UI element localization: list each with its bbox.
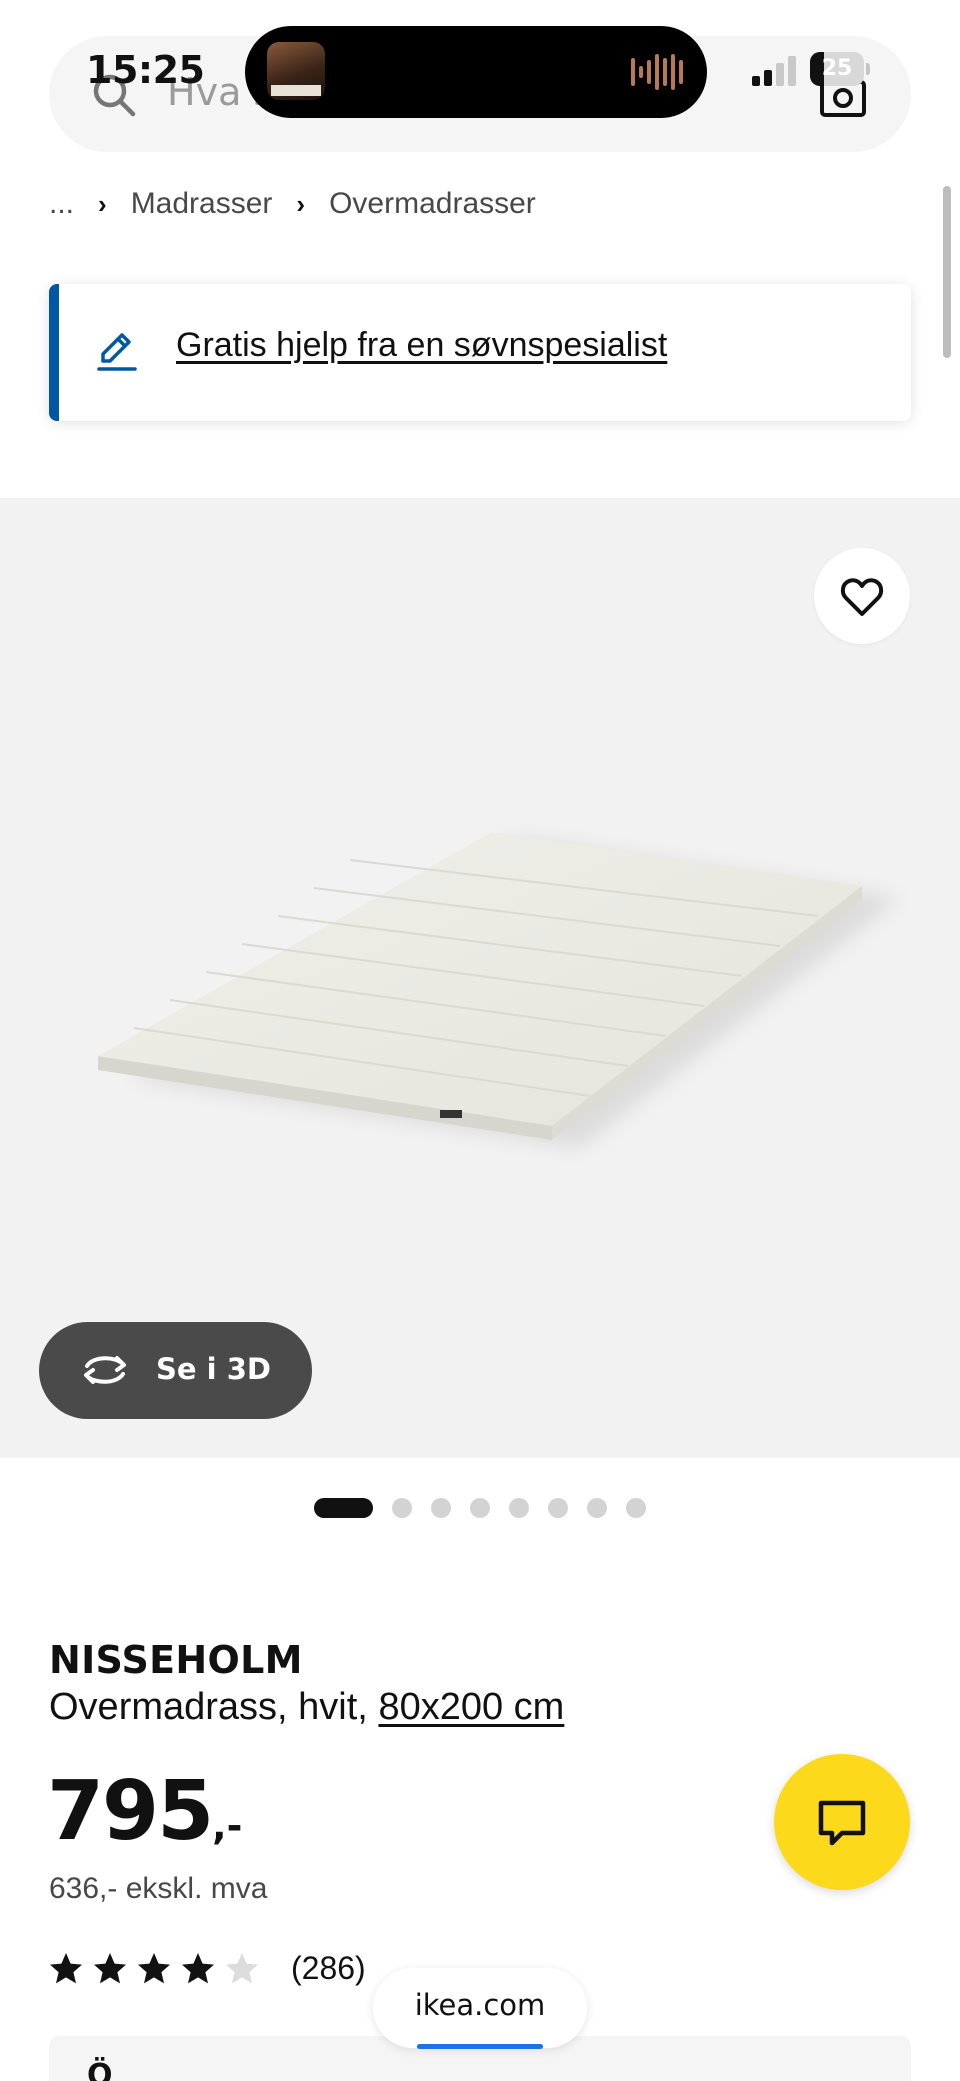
product-price: 795,- bbox=[47, 1764, 242, 1859]
breadcrumb-item-overmadrasser[interactable]: Overmadrasser bbox=[329, 187, 536, 221]
chevron-right-icon: › bbox=[296, 188, 306, 219]
carousel-dot[interactable] bbox=[392, 1498, 412, 1518]
browser-url: ikea.com bbox=[414, 1988, 546, 2022]
breadcrumb-item-madrasser[interactable]: Madrasser bbox=[131, 187, 273, 221]
product-description: Overmadrass, hvit, 80x200 cm bbox=[49, 1686, 564, 1729]
browser-url-pill[interactable]: ikea.com bbox=[373, 1968, 587, 2049]
mattress-illustration bbox=[98, 832, 900, 1148]
banner-accent-bar bbox=[49, 284, 59, 421]
chat-icon bbox=[818, 1800, 866, 1846]
product-size-link[interactable]: 80x200 cm bbox=[378, 1686, 564, 1728]
view-in-3d-label: Se i 3D bbox=[156, 1352, 271, 1386]
sleep-specialist-banner[interactable]: Gratis hjelp fra en søvnspesialist bbox=[49, 284, 911, 421]
carousel-dot[interactable] bbox=[470, 1498, 490, 1518]
view-in-3d-button[interactable]: Se i 3D bbox=[39, 1322, 312, 1419]
status-time: 15:25 bbox=[86, 48, 205, 92]
carousel-dots[interactable] bbox=[314, 1498, 665, 1518]
carousel-dot[interactable] bbox=[587, 1498, 607, 1518]
star-icon bbox=[226, 1952, 258, 1983]
review-count[interactable]: (286) bbox=[291, 1950, 366, 1987]
carousel-dot[interactable] bbox=[314, 1498, 373, 1518]
favorite-button[interactable] bbox=[814, 548, 910, 644]
price-amount: 795 bbox=[47, 1764, 214, 1859]
pencil-icon bbox=[97, 333, 137, 371]
carousel-dot[interactable] bbox=[626, 1498, 646, 1518]
heart-icon bbox=[840, 578, 884, 616]
carousel-dot[interactable] bbox=[509, 1498, 529, 1518]
product-name: NISSEHOLM bbox=[49, 1638, 303, 1682]
star-icon bbox=[182, 1952, 214, 1983]
battery-level: 25 bbox=[821, 56, 853, 81]
star-icon bbox=[94, 1952, 126, 1983]
scrollbar[interactable] bbox=[943, 186, 951, 358]
chevron-right-icon: › bbox=[98, 188, 107, 219]
album-label bbox=[271, 85, 321, 96]
product-rating[interactable]: (286) bbox=[49, 1950, 366, 1986]
breadcrumb: ... › Madrasser › Overmadrasser bbox=[49, 186, 536, 222]
url-loading-bar bbox=[417, 2044, 543, 2049]
rotate-3d-icon bbox=[84, 1356, 126, 1384]
price-suffix: ,- bbox=[212, 1804, 243, 1848]
star-icon bbox=[50, 1952, 82, 1983]
audio-waveform-icon bbox=[631, 54, 683, 90]
product-description-text: Overmadrass, hvit, bbox=[49, 1686, 368, 1728]
star-icon bbox=[138, 1952, 170, 1983]
price-excl-vat: 636,- ekskl. mva bbox=[49, 1872, 268, 1905]
chat-button[interactable] bbox=[774, 1754, 910, 1890]
dynamic-island[interactable] bbox=[245, 26, 707, 118]
carousel-dot[interactable] bbox=[548, 1498, 568, 1518]
album-art bbox=[267, 42, 325, 100]
carousel-dot[interactable] bbox=[431, 1498, 451, 1518]
bottom-card-text: Ö bbox=[87, 2058, 113, 2081]
product-image[interactable] bbox=[0, 498, 960, 1458]
battery-icon: 25 bbox=[810, 52, 870, 86]
sleep-specialist-link[interactable]: Gratis hjelp fra en søvnspesialist bbox=[176, 326, 667, 365]
cellular-signal-icon bbox=[752, 56, 796, 86]
breadcrumb-ellipsis[interactable]: ... bbox=[49, 187, 74, 221]
